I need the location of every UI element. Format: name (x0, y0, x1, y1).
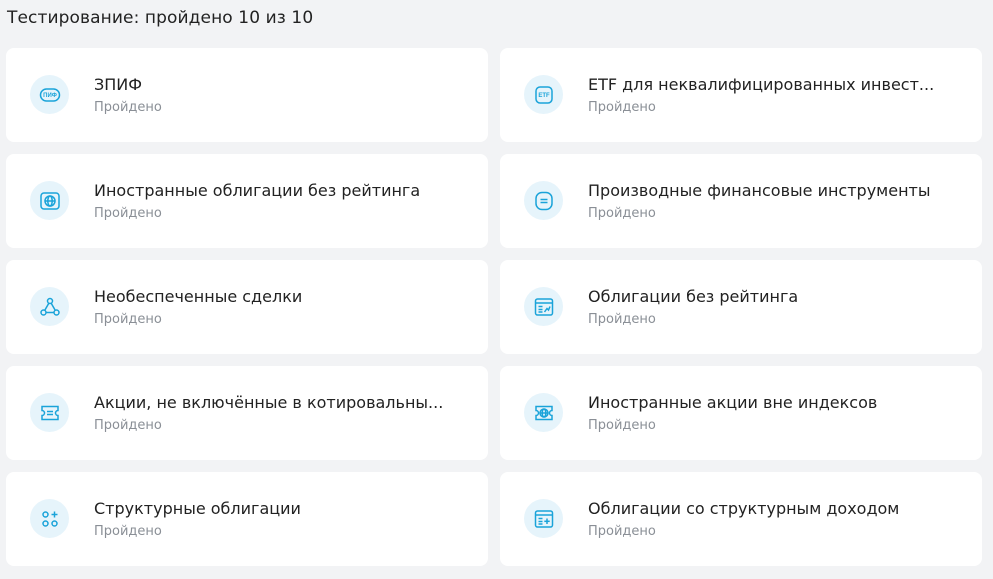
bond-plus-icon (524, 499, 563, 538)
card-status: Пройдено (588, 418, 656, 433)
card-status: Пройдено (588, 524, 656, 539)
etf-icon: ETF (524, 75, 563, 114)
card-status: Пройдено (94, 206, 162, 221)
card-title: Необеспеченные сделки (94, 287, 303, 306)
test-card-unlisted-stocks[interactable]: Акции, не включённые в котировальны... П… (6, 366, 488, 460)
card-title: Структурные облигации (94, 499, 301, 518)
test-card-unrated-bonds[interactable]: Облигации без рейтинга Пройдено (500, 260, 982, 354)
svg-text:ETF: ETF (538, 93, 550, 99)
network-icon (30, 287, 69, 326)
structure-icon (30, 499, 69, 538)
card-title: Производные финансовые инструменты (588, 181, 931, 200)
card-title: Облигации со структурным доходом (588, 499, 900, 518)
svg-text:ПИФ: ПИФ (43, 93, 57, 99)
card-status: Пройдено (94, 418, 162, 433)
card-status: Пройдено (94, 100, 162, 115)
card-title: Акции, не включённые в котировальны... (94, 393, 444, 412)
test-card-foreign-stocks[interactable]: Иностранные акции вне индексов Пройдено (500, 366, 982, 460)
card-status: Пройдено (94, 524, 162, 539)
card-title: Иностранные акции вне индексов (588, 393, 878, 412)
test-card-structured-income-bonds[interactable]: Облигации со структурным доходом Пройден… (500, 472, 982, 566)
page-title: Тестирование: пройдено 10 из 10 (7, 8, 314, 28)
card-status: Пройдено (588, 100, 656, 115)
ticket-icon (30, 393, 69, 432)
test-card-unsecured-deals[interactable]: Необеспеченные сделки Пройдено (6, 260, 488, 354)
card-title: ЗПИФ (94, 75, 143, 94)
card-status: Пройдено (588, 206, 656, 221)
pif-icon: ПИФ (30, 75, 69, 114)
card-title: Облигации без рейтинга (588, 287, 799, 306)
test-card-foreign-bonds[interactable]: Иностранные облигации без рейтинга Пройд… (6, 154, 488, 248)
card-status: Пройдено (94, 312, 162, 327)
card-title: ETF для неквалифицированных инвест... (588, 75, 935, 94)
card-title: Иностранные облигации без рейтинга (94, 181, 421, 200)
derivatives-icon (524, 181, 563, 220)
test-card-derivatives[interactable]: Производные финансовые инструменты Пройд… (500, 154, 982, 248)
bond-chart-icon (524, 287, 563, 326)
globe-icon (30, 181, 69, 220)
test-card-zpif[interactable]: ПИФ ЗПИФ Пройдено (6, 48, 488, 142)
globe-certificate-icon (524, 393, 563, 432)
card-status: Пройдено (588, 312, 656, 327)
test-card-etf[interactable]: ETF ETF для неквалифицированных инвест..… (500, 48, 982, 142)
test-cards-grid: ПИФ ЗПИФ Пройдено ETF ETF для неквалифиц… (6, 48, 982, 566)
test-card-structured-bonds[interactable]: Структурные облигации Пройдено (6, 472, 488, 566)
